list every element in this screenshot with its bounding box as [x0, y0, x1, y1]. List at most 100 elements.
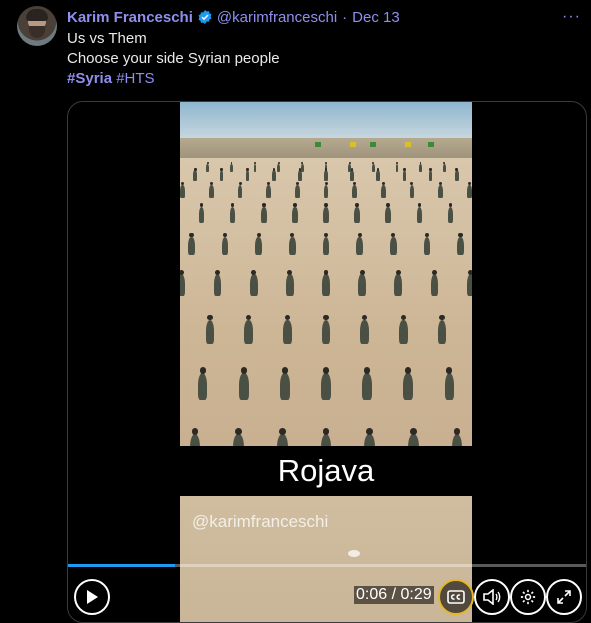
soldier-figure	[362, 372, 373, 400]
scene-sky	[180, 102, 472, 140]
progress-bar[interactable]	[68, 564, 586, 567]
video-caption: Rojava	[277, 453, 375, 488]
volume-button[interactable]	[474, 579, 510, 615]
soldier-head	[251, 269, 257, 275]
soldier-head	[424, 232, 430, 237]
soldier-head	[396, 162, 398, 165]
soldier-figure	[197, 372, 208, 400]
play-button[interactable]	[74, 579, 110, 615]
tweet-date[interactable]: Dec 13	[352, 9, 400, 26]
soldier-head	[453, 427, 461, 435]
soldier-figure	[249, 274, 258, 296]
soldier-head	[357, 232, 362, 237]
soldier-head	[293, 203, 297, 208]
soldier-head	[366, 427, 373, 435]
scene-flag	[315, 142, 321, 147]
soldier-figure	[407, 434, 419, 446]
soldier-head	[240, 367, 247, 374]
video-frame[interactable]: Rojava @karimfranceschi	[180, 102, 472, 622]
soldier-figure	[423, 236, 431, 256]
soldier-figure	[206, 164, 210, 172]
soldier-head	[180, 269, 184, 275]
soldier-figure	[230, 164, 233, 172]
video-player[interactable]: Rojava @karimfranceschi 0:06 / 0:29	[67, 101, 587, 623]
soldier-head	[322, 427, 330, 435]
soldier-head	[194, 168, 197, 171]
soldier-head	[238, 181, 242, 185]
soldier-head	[324, 203, 328, 208]
soldier-head	[215, 269, 221, 275]
soldier-figure	[324, 170, 328, 181]
settings-button[interactable]	[510, 579, 546, 615]
soldier-figure	[371, 164, 375, 172]
hashtag-syria[interactable]: #Syria	[67, 70, 112, 87]
soldier-head	[350, 168, 354, 171]
soldier-figure	[198, 206, 205, 223]
hashtag-hts[interactable]: #HTS	[116, 70, 154, 87]
author-handle[interactable]: @karimfranceschi	[217, 9, 337, 26]
more-options-icon[interactable]: ···	[562, 8, 581, 26]
soldier-head	[405, 367, 412, 374]
soldier-figure	[322, 236, 330, 256]
video-watermark: @karimfranceschi	[192, 512, 329, 531]
soldier-figure	[437, 319, 447, 344]
soldier-figure	[358, 274, 367, 296]
soldier-head	[467, 181, 471, 185]
progress-fill	[68, 564, 176, 567]
fullscreen-button[interactable]	[546, 579, 582, 615]
soldier-figure	[285, 274, 294, 296]
scene-ground	[180, 158, 472, 446]
soldier-figure	[389, 236, 397, 256]
soldier-figure	[447, 206, 454, 223]
soldier-head	[400, 314, 407, 321]
soldier-figure	[260, 206, 267, 223]
soldier-figure	[321, 372, 331, 400]
soldier-head	[439, 314, 445, 321]
soldier-head	[403, 168, 406, 171]
soldier-head	[256, 232, 261, 237]
soldier-figure	[288, 236, 296, 256]
avatar[interactable]	[17, 6, 57, 46]
soldier-head	[281, 367, 288, 374]
soldier-figure	[419, 164, 422, 172]
author-name[interactable]: Karim Franceschi	[67, 9, 193, 26]
soldier-figure	[279, 372, 290, 400]
soldier-head	[298, 168, 302, 171]
soldier-head	[323, 314, 329, 321]
soldier-figure	[321, 319, 331, 344]
soldier-figure	[356, 236, 364, 256]
soldier-figure	[294, 184, 300, 198]
soldier-head	[364, 367, 371, 374]
soldier-head	[431, 269, 437, 275]
soldier-figure	[323, 184, 329, 198]
soldier-figure	[188, 236, 195, 256]
soldier-figure	[428, 170, 433, 181]
soldier-figure	[395, 164, 399, 172]
soldier-head	[323, 232, 329, 237]
captions-button[interactable]	[438, 579, 474, 615]
soldier-head	[429, 168, 432, 171]
soldier-head	[220, 168, 223, 171]
soldier-head	[359, 269, 365, 275]
soldier-figure	[416, 206, 423, 223]
soldier-figure	[209, 184, 214, 198]
soldier-head	[206, 162, 209, 165]
soldier-head	[246, 168, 249, 171]
soldier-head	[295, 181, 299, 185]
hashtags: #Syria #HTS	[67, 69, 280, 89]
soldier-figure	[403, 372, 414, 400]
soldier-head	[272, 168, 275, 171]
soldier-figure	[266, 184, 272, 198]
soldier-figure	[457, 236, 464, 256]
scene-flag	[370, 142, 376, 147]
soldier-figure	[380, 184, 386, 198]
soldier-figure	[219, 170, 224, 181]
soldier-figure	[430, 274, 439, 296]
avatar-beard	[29, 26, 45, 38]
soldier-figure	[398, 319, 408, 344]
soldier-head	[324, 181, 328, 185]
settings-gear-icon	[520, 589, 536, 605]
soldier-head	[235, 427, 243, 435]
soldier-figure	[193, 170, 198, 181]
soldier-head	[324, 168, 328, 171]
